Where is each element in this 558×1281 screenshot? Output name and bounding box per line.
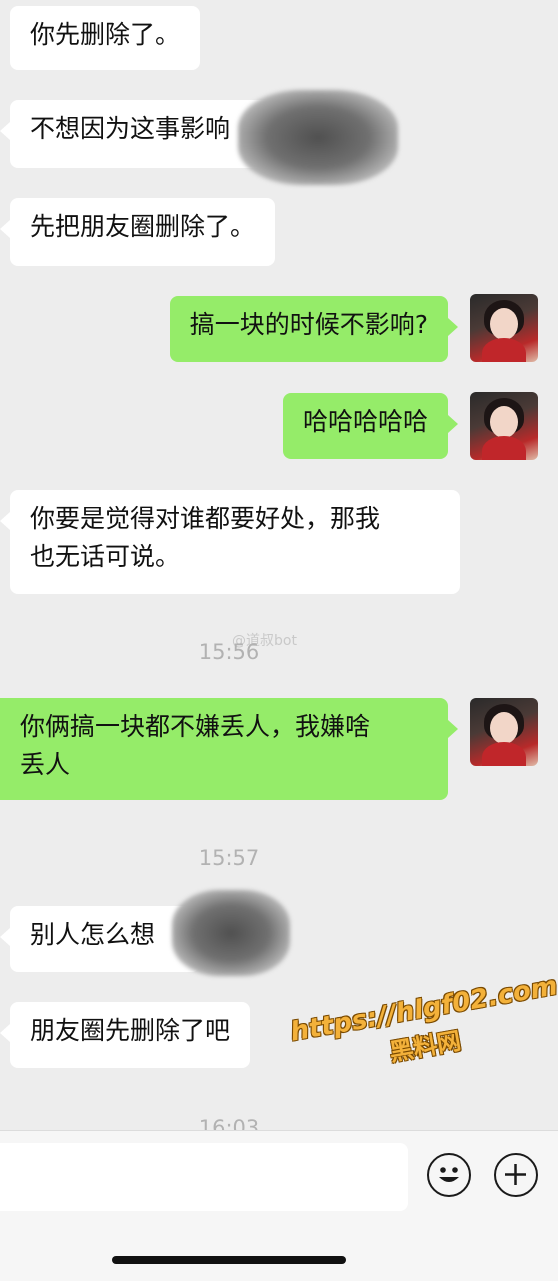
emoji-face-icon: [439, 1167, 459, 1182]
message-text: 不想因为这事影响: [30, 114, 231, 143]
message-bubble-incoming[interactable]: 你先删除了。: [10, 6, 201, 70]
message-text: 先把朋友圈删除了。: [30, 212, 256, 241]
plus-button[interactable]: [494, 1153, 538, 1197]
plus-circle-icon: [505, 1164, 526, 1185]
chat-area[interactable]: 你先删除了。 不想因为这事影响 先把朋友圈删除了。 搞一块的时候不影响? 哈哈哈…: [0, 0, 558, 1130]
message-input[interactable]: [0, 1143, 408, 1211]
message-text: 你要是觉得对谁都要好处，那我 也无话可说。: [30, 504, 381, 571]
site-watermark: https://hlgf02.com 黑料网: [288, 971, 558, 1084]
message-bubble-incoming[interactable]: 先把朋友圈删除了。: [0, 198, 276, 266]
message-text: 哈哈哈哈哈: [302, 407, 428, 436]
redaction-scribble: [238, 90, 398, 185]
user-avatar[interactable]: [470, 392, 538, 460]
home-indicator[interactable]: [112, 1256, 346, 1264]
message-text: 搞一块的时候不影响?: [189, 310, 428, 339]
message-bubble-outgoing[interactable]: 搞一块的时候不影响?: [169, 296, 459, 362]
timestamp: 15:57: [198, 846, 260, 870]
redaction-scribble: [172, 890, 290, 976]
message-bubble-incoming[interactable]: 你要是觉得对谁都要好处，那我 也无话可说。: [0, 490, 460, 594]
emoji-button[interactable]: [427, 1153, 471, 1197]
timestamp: 16:03: [198, 1116, 260, 1130]
timestamp: 15:56: [198, 640, 260, 664]
message-text: 别人怎么想: [30, 920, 156, 949]
message-bubble-outgoing[interactable]: 你俩搞一块都不嫌丢人，我嫌啥 丢人: [0, 698, 458, 800]
user-avatar[interactable]: [470, 698, 538, 766]
message-text: 你俩搞一块都不嫌丢人，我嫌啥 丢人: [20, 712, 371, 779]
message-text: 你先删除了。: [30, 20, 181, 49]
user-avatar[interactable]: [470, 294, 538, 362]
message-bubble-incoming[interactable]: 朋友圈先删除了吧: [0, 1002, 251, 1068]
message-text: 朋友圈先删除了吧: [30, 1016, 231, 1045]
message-bubble-outgoing[interactable]: 哈哈哈哈哈: [282, 393, 459, 459]
